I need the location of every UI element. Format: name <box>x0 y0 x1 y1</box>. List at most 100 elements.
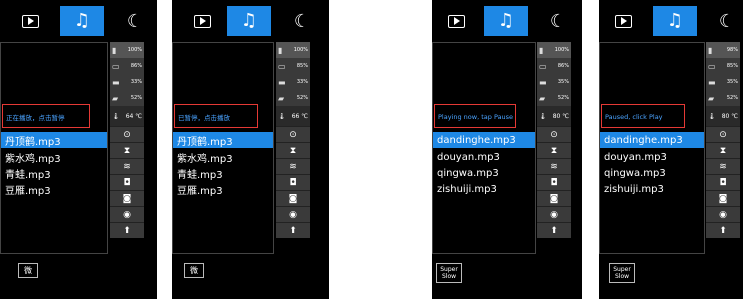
phone-screen-2: ♫ ☾ ▮ 100% ▭ 85% ▬ 33% ▰ 52% 🌡 66 ℃ ⊙ ⧗ ≋ ◘ ◙… <box>172 0 329 299</box>
wifi-icon: ≋ <box>719 161 727 172</box>
phone-screen-3: ♫ ☾ ▮ 100% ▭ 86% ▬ 35% ▰ 52% 🌡 80 ℃ ⊙ ⧗ ≋ ◘ ◙… <box>432 0 582 299</box>
list-item[interactable]: 丹顶鹤.mp3 <box>173 132 273 148</box>
battery-row: ▬ 35% <box>539 77 569 87</box>
tab-music[interactable]: ♫ <box>60 6 104 36</box>
video-button[interactable]: ◙ <box>110 190 144 206</box>
play-icon <box>193 14 211 28</box>
camera-button[interactable]: ⊙ <box>706 126 740 142</box>
record-button[interactable]: ◉ <box>110 206 144 222</box>
camera-icon: ◘ <box>550 177 558 188</box>
list-item[interactable]: zishuiji.mp3 <box>433 181 535 197</box>
temperature-row: 🌡 80 ℃ <box>706 106 740 126</box>
record-button[interactable]: ◉ <box>706 206 740 222</box>
battery-row: ▭ 85% <box>278 61 308 71</box>
battery-row: ▰ 52% <box>539 93 569 103</box>
camera-button[interactable]: ⊙ <box>537 126 571 142</box>
tab-music[interactable]: ♫ <box>484 6 528 36</box>
wifi-button[interactable]: ≋ <box>537 158 571 174</box>
list-item[interactable]: 豆雁.mp3 <box>173 181 273 197</box>
video-button[interactable]: ◙ <box>706 190 740 206</box>
status-sidebar: ▮ 98% ▭ 85% ▬ 35% ▰ 52% 🌡 80 ℃ ⊙ ⧗ ≋ ◘ ◙ ◉ ⬆ <box>706 42 740 238</box>
photo-button[interactable]: ◘ <box>276 174 310 190</box>
record-button[interactable]: ◉ <box>537 206 571 222</box>
battery-icon: ▰ <box>539 93 546 103</box>
upload-button[interactable]: ⬆ <box>706 222 740 238</box>
tab-moon[interactable]: ☾ <box>280 6 324 36</box>
wifi-button[interactable]: ≋ <box>706 158 740 174</box>
photo-button[interactable]: ◘ <box>110 174 144 190</box>
moon-icon: ☾ <box>549 10 567 32</box>
hourglass-button[interactable]: ⧗ <box>537 142 571 158</box>
song-list-area <box>432 42 536 254</box>
signal-row: ▮ 100% <box>276 42 310 58</box>
music-note-icon: ♫ <box>240 10 258 31</box>
list-item[interactable]: 青蛙.mp3 <box>1 165 107 181</box>
upload-button[interactable]: ⬆ <box>276 222 310 238</box>
wifi-button[interactable]: ≋ <box>110 158 144 174</box>
video-icon: ◙ <box>122 193 132 204</box>
list-item[interactable]: 紫水鸡.mp3 <box>1 149 107 165</box>
list-item[interactable]: dandinghe.mp3 <box>600 132 704 148</box>
tab-play[interactable] <box>434 6 478 36</box>
video-button[interactable]: ◙ <box>537 190 571 206</box>
hourglass-button[interactable]: ⧗ <box>110 142 144 158</box>
battery-icon: ▬ <box>539 77 547 87</box>
record-icon: ◉ <box>123 209 131 220</box>
mode-button[interactable]: Super Slow <box>609 263 635 283</box>
battery-row: ▬ 33% <box>112 77 142 87</box>
photo-button[interactable]: ◘ <box>706 174 740 190</box>
mode-button[interactable]: 微 <box>18 263 38 278</box>
tab-moon[interactable]: ☾ <box>113 6 157 36</box>
battery-icon: ▬ <box>708 77 716 87</box>
tab-play[interactable] <box>601 6 645 36</box>
list-item[interactable]: dandinghe.mp3 <box>433 132 535 148</box>
battery-icon: ▭ <box>278 61 286 71</box>
battery-icon: ▭ <box>112 61 120 71</box>
battery-row: ▰ 52% <box>112 93 142 103</box>
video-button[interactable]: ◙ <box>276 190 310 206</box>
list-item[interactable]: 丹顶鹤.mp3 <box>1 132 107 148</box>
tab-play[interactable] <box>180 6 224 36</box>
signal-row: ▮ 98% <box>706 42 740 58</box>
camera-button[interactable]: ⊙ <box>276 126 310 142</box>
status-sidebar: ▮ 100% ▭ 86% ▬ 35% ▰ 52% 🌡 80 ℃ ⊙ ⧗ ≋ ◘ ◙ ◉ ⬆ <box>537 42 571 238</box>
list-item[interactable]: qingwa.mp3 <box>600 165 704 181</box>
wifi-button[interactable]: ≋ <box>276 158 310 174</box>
tab-music[interactable]: ♫ <box>227 6 271 36</box>
video-icon: ◙ <box>288 193 298 204</box>
list-item[interactable]: douyan.mp3 <box>600 149 704 165</box>
camera-icon: ⊙ <box>123 129 131 140</box>
tab-moon[interactable]: ☾ <box>536 6 580 36</box>
list-item[interactable]: zishuiji.mp3 <box>600 181 704 197</box>
top-tab-bar: ♫ ☾ <box>172 0 329 40</box>
video-icon: ◙ <box>549 193 559 204</box>
signal-row: ▮ 100% <box>537 42 571 58</box>
camera-icon: ⊙ <box>550 129 558 140</box>
camera-button[interactable]: ⊙ <box>110 126 144 142</box>
top-tab-bar: ♫ ☾ <box>599 0 743 40</box>
list-item[interactable]: 豆雁.mp3 <box>1 181 107 197</box>
hourglass-button[interactable]: ⧗ <box>276 142 310 158</box>
tab-moon[interactable]: ☾ <box>705 6 743 36</box>
tab-play[interactable] <box>8 6 52 36</box>
mode-button[interactable]: Super Slow <box>436 263 462 283</box>
list-item[interactable]: douyan.mp3 <box>433 149 535 165</box>
photo-button[interactable]: ◘ <box>537 174 571 190</box>
battery-row: ▭ 86% <box>112 61 142 71</box>
hourglass-icon: ⧗ <box>719 145 727 156</box>
record-button[interactable]: ◉ <box>276 206 310 222</box>
upload-button[interactable]: ⬆ <box>537 222 571 238</box>
list-item[interactable]: 青蛙.mp3 <box>173 165 273 181</box>
upload-button[interactable]: ⬆ <box>110 222 144 238</box>
music-note-icon: ♫ <box>666 10 684 31</box>
mode-button[interactable]: 微 <box>184 263 204 278</box>
battery-icon: ▰ <box>112 93 119 103</box>
song-list-area <box>0 42 108 254</box>
moon-icon: ☾ <box>718 10 736 32</box>
record-icon: ◉ <box>719 209 727 220</box>
hourglass-button[interactable]: ⧗ <box>706 142 740 158</box>
list-item[interactable]: qingwa.mp3 <box>433 165 535 181</box>
upload-icon: ⬆ <box>550 225 558 236</box>
tab-music[interactable]: ♫ <box>653 6 697 36</box>
list-item[interactable]: 紫水鸡.mp3 <box>173 149 273 165</box>
